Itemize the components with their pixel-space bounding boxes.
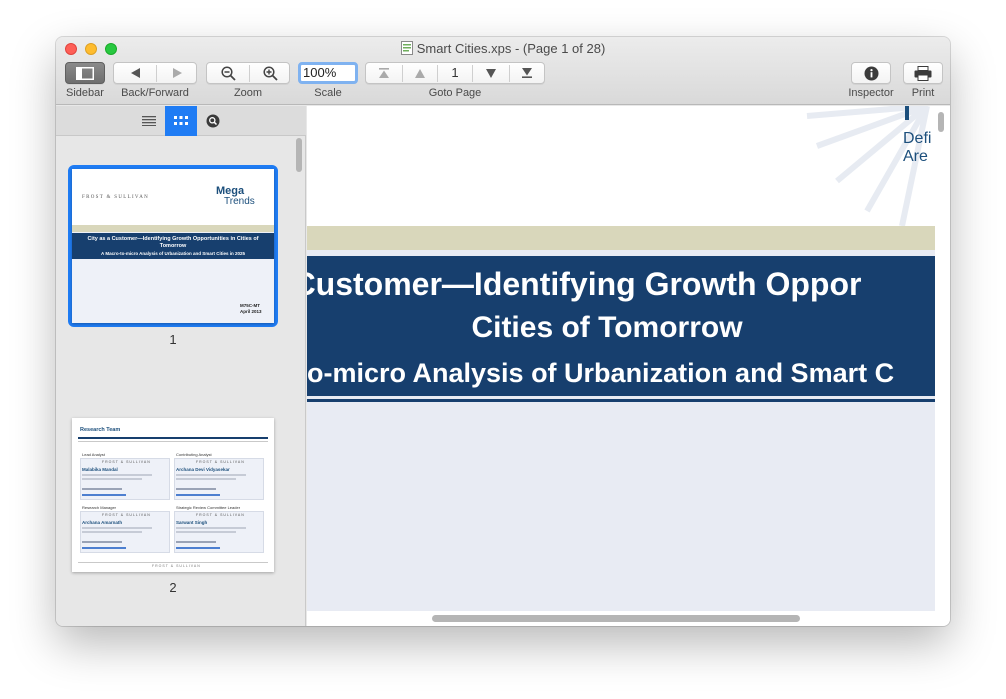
preview-window: Smart Cities.xps - (Page 1 of 28) Sideba… — [56, 37, 950, 626]
thumb2-role-2: Contributing Analyst — [176, 452, 212, 457]
print-button[interactable] — [903, 62, 943, 84]
tab-thumbnail-view[interactable] — [165, 106, 197, 136]
tan-band — [307, 226, 935, 250]
document-view[interactable]: Defi Are Customer—Identifying Growth Opp… — [307, 106, 950, 626]
back-arrow-icon — [130, 68, 140, 78]
partial-text-are: Are — [903, 148, 928, 165]
scale-input[interactable]: 100% — [298, 62, 358, 84]
thumb2-brand-1: FROST & SULLIVAN — [102, 460, 151, 464]
window-title: Smart Cities.xps - (Page 1 of 28) — [56, 41, 950, 56]
grid-icon — [174, 116, 188, 125]
printer-icon — [914, 65, 932, 81]
sidebar-label: Sidebar — [66, 87, 104, 99]
forward-arrow-icon — [172, 68, 182, 78]
thumb1-date: April 2013 — [240, 309, 262, 314]
thumb2-name-2: Archana Devi Vidyasekar — [176, 467, 230, 472]
thumb2-heading: Research Team — [80, 427, 121, 433]
thumb2-name-1: Malabika Mandal — [82, 467, 118, 472]
logo-fragment — [905, 106, 909, 120]
goto-page-label: Goto Page — [428, 87, 482, 99]
thumb2-brand-2: FROST & SULLIVAN — [196, 460, 245, 464]
first-page-icon — [379, 68, 389, 78]
zoom-label: Zoom — [233, 87, 263, 99]
zoom-out-icon — [220, 65, 236, 81]
zoom-in-button[interactable] — [250, 63, 290, 83]
window-title-text: Smart Cities.xps - (Page 1 of 28) — [416, 41, 606, 56]
thumb2-role-1: Lead Analyst — [82, 452, 105, 457]
thumb1-brand: FROST & SULLIVAN — [82, 195, 150, 200]
search-icon — [206, 114, 220, 128]
sidebar: FROST & SULLIVAN Mega Trends City as a C… — [56, 106, 306, 626]
thumb2-name-3: Archana Amarnath — [82, 520, 123, 525]
forward-button[interactable] — [157, 63, 197, 83]
document-horizontal-scrollbar[interactable] — [432, 615, 800, 622]
document-icon — [400, 41, 413, 55]
headline-line-3: o-micro Analysis of Urbanization and Sma… — [307, 358, 895, 388]
info-icon — [864, 66, 878, 80]
back-forward-control — [113, 62, 197, 84]
thumb2-brand-3: FROST & SULLIVAN — [102, 513, 151, 517]
toolbar: Smart Cities.xps - (Page 1 of 28) Sideba… — [56, 37, 950, 105]
thumbnail-page-2[interactable]: Research Team Lead Analyst Contributing … — [72, 418, 274, 572]
thumbnail-page-1[interactable]: FROST & SULLIVAN Mega Trends City as a C… — [72, 169, 274, 323]
sidebar-toggle-button[interactable] — [65, 62, 105, 84]
inspector-button[interactable] — [851, 62, 891, 84]
previous-page-icon — [415, 68, 425, 78]
thumb1-subtitle: A Macro-to-micro Analysis of Urbanizatio… — [101, 251, 245, 256]
sidebar-icon — [76, 66, 94, 80]
sidebar-scrollbar[interactable] — [296, 138, 302, 172]
previous-page-button[interactable] — [403, 63, 437, 83]
document-page: Defi Are Customer—Identifying Growth Opp… — [307, 106, 935, 611]
print-label: Print — [911, 87, 935, 99]
thumb2-name-4: Sarwant Singh — [176, 520, 208, 525]
back-button[interactable] — [114, 63, 156, 83]
last-page-button[interactable] — [510, 63, 544, 83]
zoom-control — [206, 62, 290, 84]
banner-underline — [307, 399, 935, 402]
thumb2-role-3: Research Manager — [82, 505, 117, 510]
sunburst-graphic — [806, 106, 930, 226]
back-forward-label: Back/Forward — [121, 87, 189, 99]
sidebar-tabs — [56, 106, 306, 136]
thumb1-code: M75C-MT — [240, 303, 260, 308]
thumbnail-page-1-number: 1 — [169, 332, 177, 347]
inspector-label: Inspector — [848, 87, 894, 99]
headline-line-2: Cities of Tomorrow — [471, 311, 743, 344]
list-icon — [142, 116, 156, 126]
next-page-icon — [486, 68, 496, 78]
first-page-button[interactable] — [366, 63, 402, 83]
headline-line-1: Customer—Identifying Growth Oppor — [307, 266, 862, 302]
thumb2-footer-brand: FROST & SULLIVAN — [152, 564, 201, 568]
thumb1-title: City as a Customer—Identifying Growth Op… — [87, 236, 259, 249]
thumb2-brand-4: FROST & SULLIVAN — [196, 513, 245, 517]
zoom-out-button[interactable] — [207, 63, 249, 83]
goto-page-control: 1 — [365, 62, 545, 84]
last-page-icon — [522, 68, 532, 78]
tab-list-view[interactable] — [133, 106, 165, 136]
partial-text-defi: Defi — [903, 130, 932, 147]
thumb2-role-4: Strategic Review Committee Leader — [176, 505, 241, 510]
thumbnail-page-2-number: 2 — [169, 580, 177, 595]
tab-search[interactable] — [197, 106, 229, 136]
zoom-in-icon — [262, 65, 278, 81]
document-vertical-scrollbar[interactable] — [938, 112, 944, 132]
current-page-field[interactable]: 1 — [438, 65, 472, 80]
thumb1-logo-trends: Trends — [224, 196, 255, 207]
next-page-button[interactable] — [473, 63, 509, 83]
scale-label: Scale — [314, 87, 342, 99]
